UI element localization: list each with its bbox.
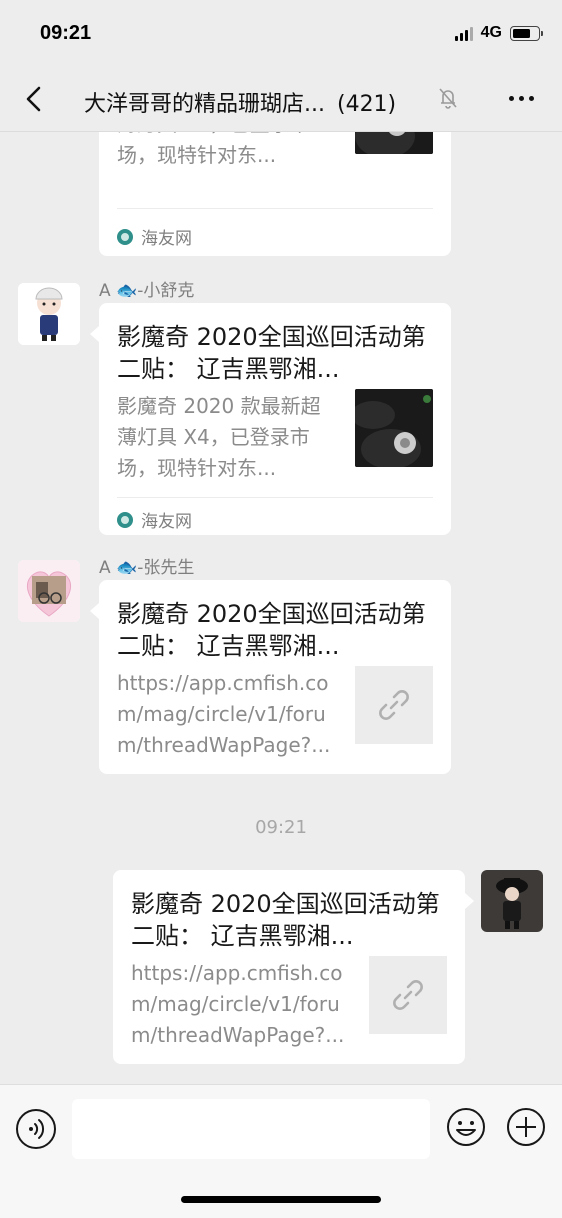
more-options-button[interactable] xyxy=(509,96,534,101)
bubble-tail xyxy=(90,603,99,619)
chat-history[interactable]: 影魔奇 2020 款最新超薄灯具 X4，已登录市场，现特针对东... 海友网 xyxy=(0,132,562,1084)
battery-icon xyxy=(510,25,543,41)
link-card[interactable]: 影魔奇 2020 款最新超薄灯具 X4，已登录市场，现特针对东... 海友网 xyxy=(99,132,451,256)
link-card[interactable]: 影魔奇 2020全国巡回活动第二贴： 辽吉黑鄂湘... https://app.… xyxy=(99,580,451,774)
source-logo-icon xyxy=(117,228,133,245)
card-description: 影魔奇 2020 款最新超薄灯具 X4，已登录市场，现特针对东... xyxy=(117,132,310,167)
sender-name: A 🐟-张先生 xyxy=(99,558,195,578)
card-divider xyxy=(117,497,433,498)
avatar[interactable] xyxy=(18,560,80,622)
card-description: 影魔奇 2020 款最新超薄灯具 X4，已登录市场，现特针对东... xyxy=(117,394,321,480)
card-title: 影魔奇 2020全国巡回活动第二贴： 辽吉黑鄂湘... xyxy=(117,323,426,383)
source-logo-icon xyxy=(117,511,133,528)
source-name: 海友网 xyxy=(141,229,192,249)
card-description: https://app.cmfish.com/mag/circle/v1/for… xyxy=(131,961,345,1047)
card-description: https://app.cmfish.com/mag/circle/v1/for… xyxy=(117,671,331,757)
card-divider xyxy=(117,208,433,209)
card-source: 海友网 xyxy=(117,224,192,249)
status-icons: 4G xyxy=(454,24,543,42)
message-input[interactable] xyxy=(72,1099,430,1159)
nav-bar: 大洋哥哥的精品珊瑚店... (421) xyxy=(0,66,562,132)
my-avatar[interactable] xyxy=(481,870,543,932)
link-card[interactable]: 影魔奇 2020全国巡回活动第二贴： 辽吉黑鄂湘... 影魔奇 2020 款最新… xyxy=(99,303,451,535)
emoji-button[interactable] xyxy=(446,1107,486,1147)
group-name: 大洋哥哥的精品珊瑚店... xyxy=(84,92,325,117)
link-icon xyxy=(355,666,433,744)
status-time: 09:21 xyxy=(40,22,92,44)
link-card[interactable]: 影魔奇 2020全国巡回活动第二贴： 辽吉黑鄂湘... https://app.… xyxy=(113,870,465,1064)
card-thumbnail xyxy=(355,132,433,154)
mute-bell-icon xyxy=(439,88,457,109)
more-actions-button[interactable] xyxy=(506,1107,546,1147)
bubble-tail xyxy=(90,326,99,342)
avatar[interactable] xyxy=(18,283,80,345)
signal-icon xyxy=(454,25,473,41)
voice-input-button[interactable] xyxy=(16,1109,56,1149)
source-name: 海友网 xyxy=(141,512,192,532)
card-source: 海友网 xyxy=(117,507,192,532)
voice-icon xyxy=(29,1119,45,1139)
home-indicator[interactable] xyxy=(181,1196,381,1203)
back-icon[interactable] xyxy=(20,84,50,114)
member-count: (421) xyxy=(336,92,397,117)
timestamp: 09:21 xyxy=(255,817,307,838)
chat-title: 大洋哥哥的精品珊瑚店... (421) xyxy=(84,86,396,118)
card-title: 影魔奇 2020全国巡回活动第二贴： 辽吉黑鄂湘... xyxy=(131,890,440,950)
card-thumbnail xyxy=(355,389,433,467)
network-label: 4G xyxy=(480,24,502,41)
bubble-tail xyxy=(465,893,474,909)
sender-name: A 🐟-小舒克 xyxy=(99,281,195,301)
link-icon xyxy=(369,956,447,1034)
status-bar: 09:21 4G xyxy=(0,0,562,66)
card-title: 影魔奇 2020全国巡回活动第二贴： 辽吉黑鄂湘... xyxy=(117,600,426,660)
